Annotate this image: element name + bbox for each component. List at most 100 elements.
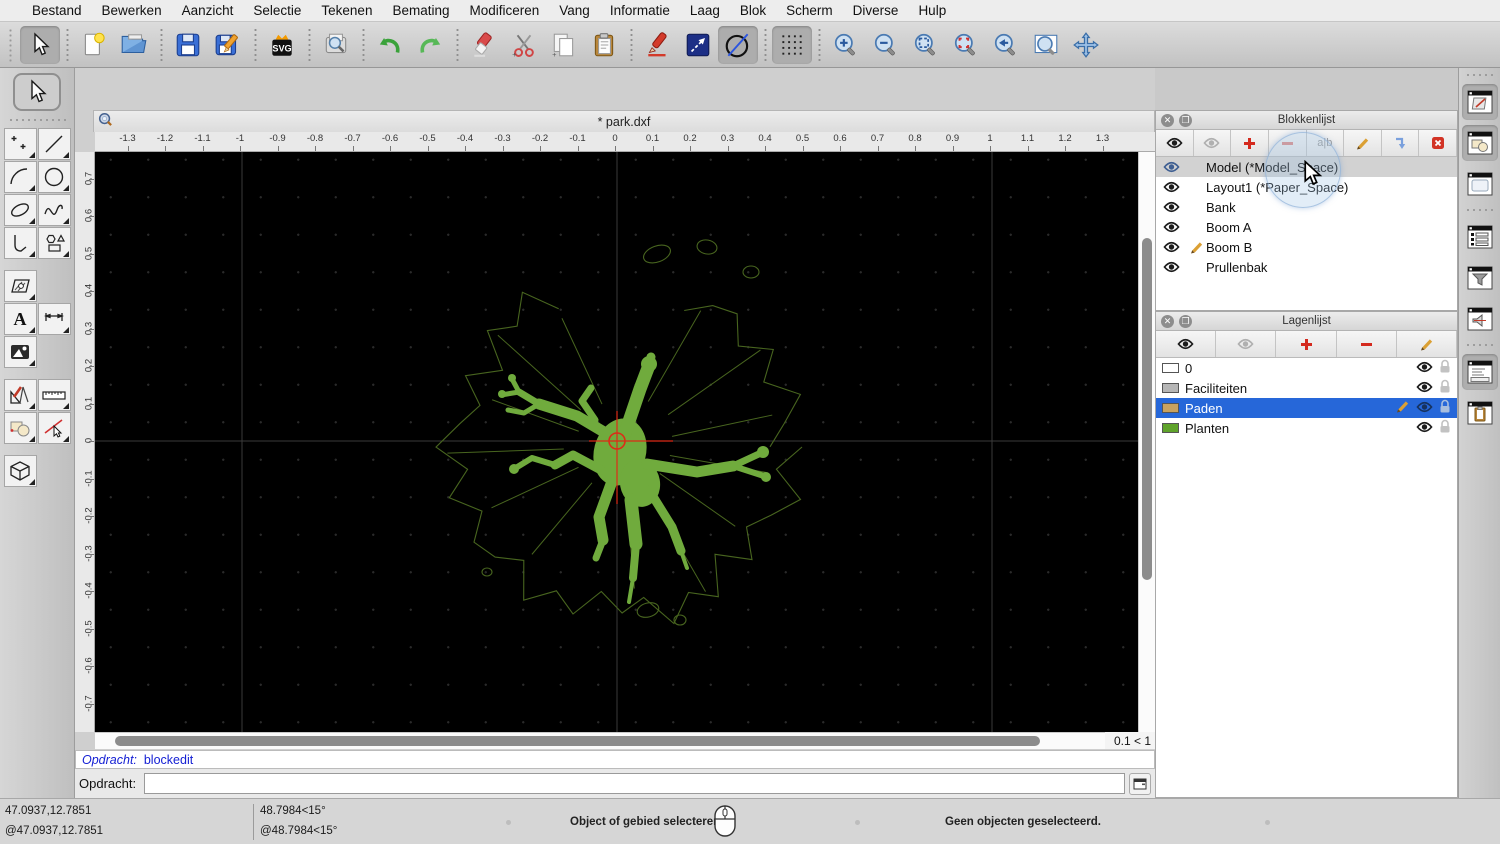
tool-image-button[interactable] bbox=[3, 335, 37, 368]
eye-icon[interactable] bbox=[1156, 221, 1186, 233]
eye-icon[interactable] bbox=[1156, 241, 1186, 253]
hscroll-thumb[interactable] bbox=[115, 736, 1040, 746]
tool-ellipse-button[interactable] bbox=[3, 193, 37, 226]
eye-icon[interactable] bbox=[1416, 401, 1433, 416]
menu-bewerken[interactable]: Bewerken bbox=[92, 3, 172, 18]
eye-icon[interactable] bbox=[1156, 181, 1186, 193]
lock-icon[interactable] bbox=[1439, 379, 1451, 397]
save-button[interactable] bbox=[168, 26, 208, 64]
block-row[interactable]: Layout1 (*Paper_Space) bbox=[1156, 177, 1457, 197]
vscroll-thumb[interactable] bbox=[1142, 238, 1152, 580]
tool-shapes-button[interactable] bbox=[37, 226, 71, 259]
tool-polyline-button[interactable] bbox=[3, 226, 37, 259]
layer-row[interactable]: Faciliteiten bbox=[1156, 378, 1457, 398]
copy-button[interactable]: + bbox=[544, 26, 584, 64]
menu-vang[interactable]: Vang bbox=[549, 3, 600, 18]
block-row[interactable]: Boom B bbox=[1156, 237, 1457, 257]
draw-pencil-button[interactable] bbox=[638, 26, 678, 64]
add-block-button[interactable] bbox=[1231, 130, 1269, 156]
tool-blocks-button[interactable] bbox=[3, 411, 37, 444]
dock-filter-view-button[interactable] bbox=[1462, 260, 1498, 296]
svg-export-button[interactable]: SVG bbox=[262, 26, 302, 64]
zoom-selection-button[interactable] bbox=[946, 26, 986, 64]
tool-text-button[interactable]: A bbox=[3, 302, 37, 335]
remove-layer-button[interactable] bbox=[1337, 331, 1397, 357]
menu-informatie[interactable]: Informatie bbox=[600, 3, 680, 18]
tool-hatch-button[interactable] bbox=[3, 269, 37, 302]
eraser-button[interactable] bbox=[464, 26, 504, 64]
eye-icon[interactable] bbox=[1156, 261, 1186, 273]
block-panel-titlebar[interactable]: ✕ ❐ Blokkenlijst bbox=[1156, 111, 1457, 130]
menu-diverse[interactable]: Diverse bbox=[843, 3, 909, 18]
rename-block-button[interactable]: a|b bbox=[1307, 130, 1345, 156]
menu-aanzicht[interactable]: Aanzicht bbox=[172, 3, 244, 18]
palette-drag-handle[interactable] bbox=[8, 117, 66, 125]
block-row[interactable]: Prullenbak bbox=[1156, 257, 1457, 277]
horizontal-scrollbar[interactable] bbox=[95, 732, 1105, 749]
block-row[interactable]: Boom A bbox=[1156, 217, 1457, 237]
vertical-scrollbar[interactable] bbox=[1138, 152, 1155, 732]
layer-row[interactable]: Paden bbox=[1156, 398, 1457, 418]
layer-color-swatch[interactable] bbox=[1162, 423, 1179, 433]
undo-button[interactable] bbox=[370, 26, 410, 64]
eye-icon[interactable] bbox=[1416, 361, 1433, 376]
line-tool-button[interactable] bbox=[678, 26, 718, 64]
menu-bemating[interactable]: Bemating bbox=[382, 3, 459, 18]
lock-icon[interactable] bbox=[1439, 359, 1451, 377]
eye-icon[interactable] bbox=[1416, 421, 1433, 436]
tool-line-button[interactable] bbox=[37, 127, 71, 160]
menu-selectie[interactable]: Selectie bbox=[243, 3, 311, 18]
menu-tekenen[interactable]: Tekenen bbox=[311, 3, 382, 18]
grid-toggle-button[interactable] bbox=[772, 25, 812, 64]
visibility-on-button[interactable] bbox=[1156, 130, 1194, 156]
tool-arc-button[interactable] bbox=[3, 160, 37, 193]
dock-command-history-button[interactable] bbox=[1461, 354, 1498, 390]
close-icon[interactable]: ✕ bbox=[1161, 314, 1174, 328]
dock-property-editor-button[interactable] bbox=[1461, 84, 1498, 120]
layer-color-swatch[interactable] bbox=[1162, 383, 1179, 393]
document-titlebar[interactable]: * park.dxf bbox=[93, 110, 1155, 132]
visibility-off-button[interactable] bbox=[1216, 331, 1277, 357]
command-input[interactable] bbox=[144, 773, 1125, 794]
tool-dimension-button[interactable] bbox=[37, 302, 71, 335]
menu-modificeren[interactable]: Modificeren bbox=[460, 3, 550, 18]
menu-scherm[interactable]: Scherm bbox=[776, 3, 843, 18]
save-as-button[interactable] bbox=[208, 26, 248, 64]
tool-measure-button[interactable] bbox=[37, 378, 71, 411]
tool-box3d-button[interactable] bbox=[3, 454, 37, 487]
circle-line-button[interactable] bbox=[718, 25, 758, 64]
block-row[interactable]: Bank bbox=[1156, 197, 1457, 217]
print-preview-button[interactable] bbox=[316, 26, 356, 64]
menu-bestand[interactable]: Bestand bbox=[22, 3, 92, 18]
eye-icon[interactable] bbox=[1416, 381, 1433, 396]
new-file-button[interactable] bbox=[74, 26, 114, 64]
pointer-button[interactable] bbox=[20, 25, 60, 64]
float-icon[interactable]: ❐ bbox=[1179, 314, 1192, 328]
block-row[interactable]: Model (*Model_Space) bbox=[1156, 157, 1457, 177]
command-window-button[interactable] bbox=[1129, 772, 1151, 795]
dock-clipboard-view-button[interactable] bbox=[1462, 395, 1498, 431]
lock-icon[interactable] bbox=[1439, 419, 1451, 437]
menu-laag[interactable]: Laag bbox=[680, 3, 730, 18]
open-folder-button[interactable] bbox=[114, 26, 154, 64]
layer-row[interactable]: Planten bbox=[1156, 418, 1457, 438]
visibility-on-button[interactable] bbox=[1156, 331, 1217, 357]
cut-button[interactable]: + bbox=[504, 26, 544, 64]
remove-block-button[interactable] bbox=[1269, 130, 1307, 156]
pan-button[interactable] bbox=[1066, 26, 1106, 64]
delete-block-button[interactable] bbox=[1419, 130, 1457, 156]
eye-icon[interactable] bbox=[1156, 201, 1186, 213]
float-icon[interactable]: ❐ bbox=[1179, 113, 1192, 127]
toolbar-drag-handle[interactable] bbox=[8, 27, 16, 62]
tool-circle-button[interactable] bbox=[37, 160, 71, 193]
lock-icon[interactable] bbox=[1439, 399, 1451, 417]
redo-button[interactable] bbox=[410, 26, 450, 64]
menu-hulp[interactable]: Hulp bbox=[908, 3, 956, 18]
visibility-off-button[interactable] bbox=[1194, 130, 1232, 156]
selection-tool-button[interactable] bbox=[13, 73, 61, 111]
dock-block-shapes-button[interactable] bbox=[1461, 125, 1498, 161]
dock-blank-view-button[interactable] bbox=[1462, 166, 1498, 202]
layer-row[interactable]: 0 bbox=[1156, 358, 1457, 378]
insert-block-button[interactable] bbox=[1382, 130, 1420, 156]
tool-points-button[interactable] bbox=[3, 127, 37, 160]
